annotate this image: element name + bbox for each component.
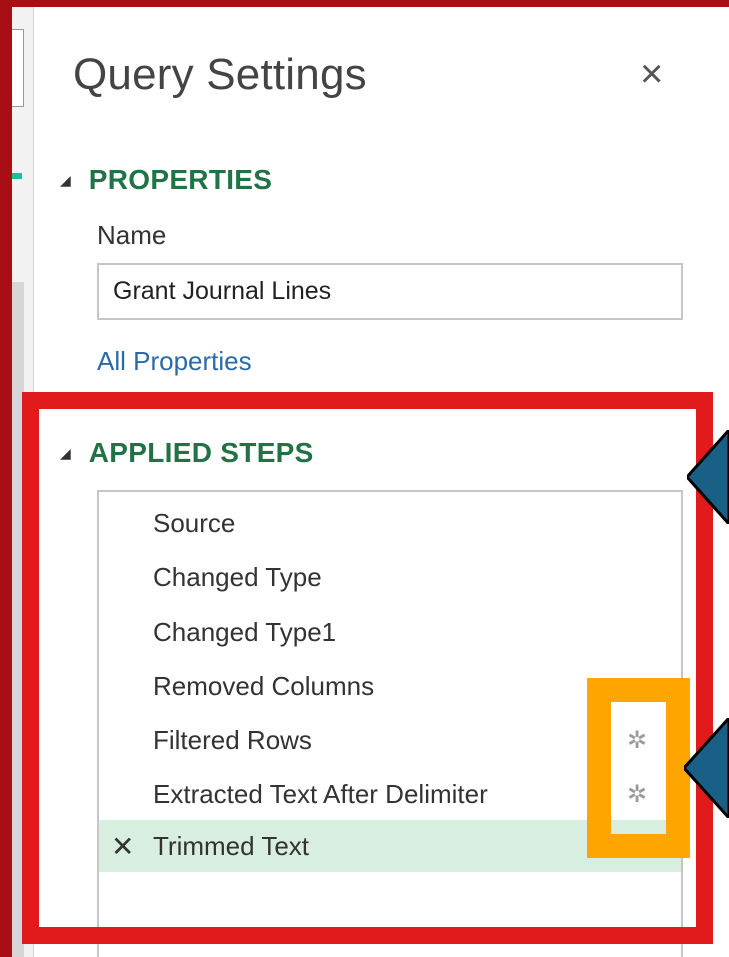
grid-cell: [12, 29, 24, 107]
close-icon[interactable]: ×: [640, 54, 663, 94]
window-frame-top: [0, 0, 729, 7]
name-label: Name: [97, 220, 167, 250]
panel-title: Query Settings: [73, 50, 367, 99]
query-name-input[interactable]: [97, 263, 683, 320]
properties-heading: PROPERTIES: [88, 164, 273, 195]
callout-arrow-icon: [687, 430, 729, 524]
properties-section-header[interactable]: ◢ PROPERTIES: [60, 164, 272, 196]
settings-gear-highlight: [587, 678, 690, 858]
all-properties-link[interactable]: All Properties: [97, 346, 252, 377]
applied-steps-highlight: [22, 392, 713, 944]
collapse-triangle-icon[interactable]: ◢: [60, 172, 71, 189]
column-quality-bar: [12, 173, 22, 179]
window-frame-left: [0, 0, 12, 957]
callout-arrow-icon: [684, 718, 729, 818]
